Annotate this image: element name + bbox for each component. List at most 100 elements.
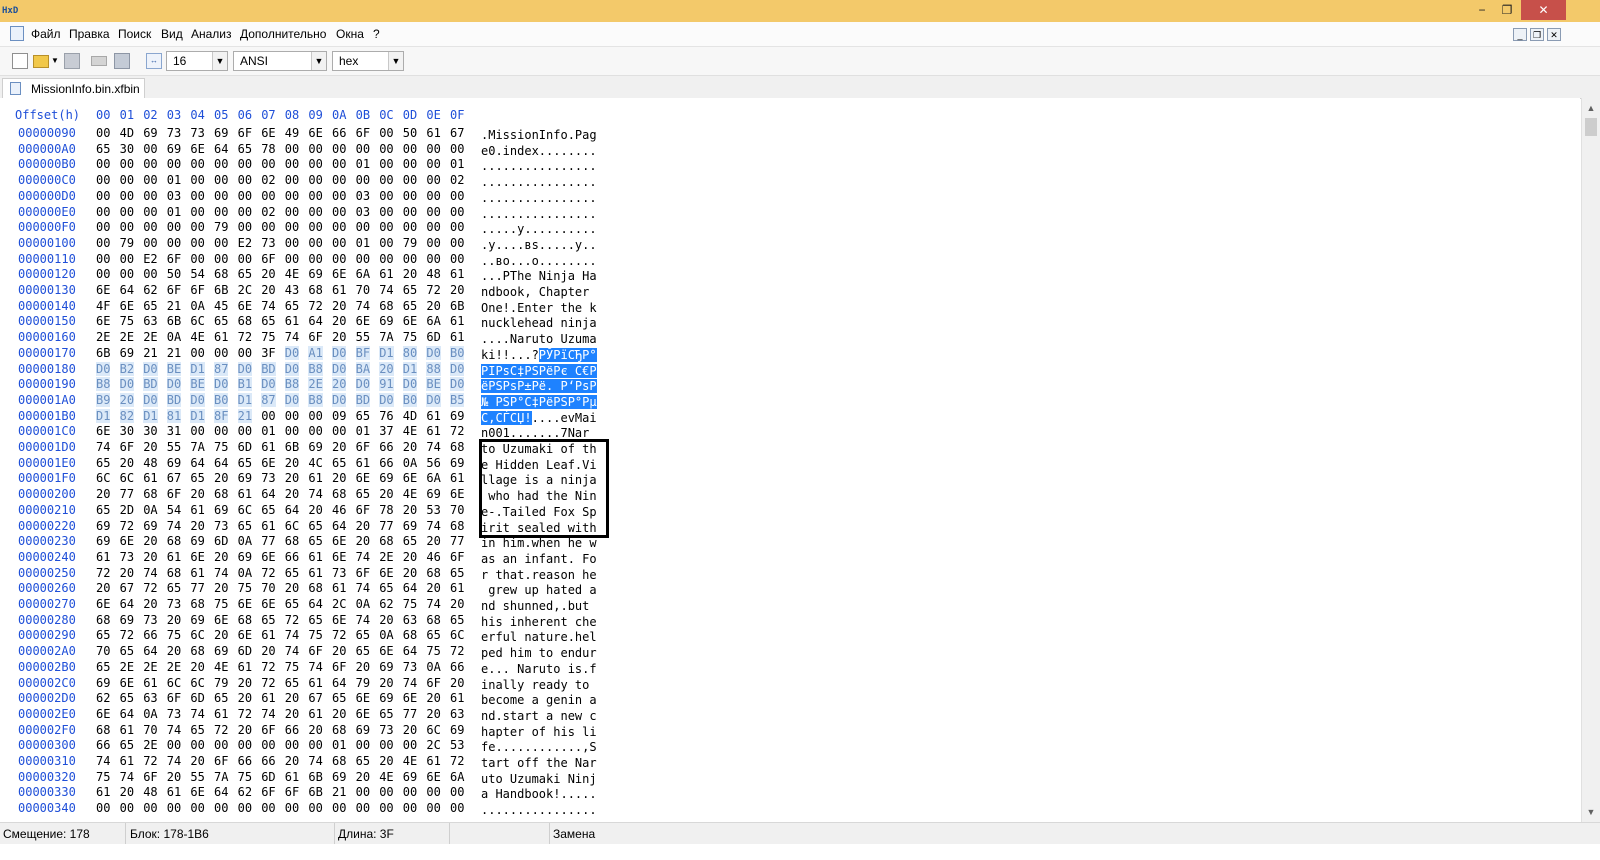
hex-byte[interactable]: 00 [379,252,393,266]
hex-byte[interactable]: 6F [214,754,228,768]
hex-byte[interactable]: 00 [450,205,464,219]
hex-byte[interactable]: 20 [238,691,252,705]
hex-byte[interactable]: 65 [356,409,370,423]
hex-byte[interactable]: 74 [308,487,322,501]
hex-byte[interactable]: 65 [332,456,346,470]
ascii-text[interactable]: nd.start a new c [481,709,597,723]
hex-byte[interactable]: 61 [426,424,440,438]
hex-byte[interactable]: 00 [308,738,322,752]
hex-byte[interactable]: 61 [450,691,464,705]
hex-byte[interactable]: 66 [379,456,393,470]
hex-byte[interactable]: 7A [379,330,393,344]
hex-byte[interactable]: 61 [96,550,110,564]
hex-byte[interactable]: 76 [379,409,393,423]
hex-byte[interactable]: 20 [167,770,181,784]
hex-byte[interactable]: 21 [143,346,157,360]
ascii-text[interactable]: ёРЅРѕР±Рё. Р‘РѕР [481,379,597,394]
hex-byte[interactable]: B8 [96,377,111,392]
hex-byte[interactable]: BD [355,392,371,407]
hex-byte[interactable]: 75 [96,770,110,784]
hex-byte[interactable]: 6B [167,314,181,328]
hex-byte[interactable]: 00 [120,252,134,266]
hex-byte[interactable]: 6F [167,283,181,297]
hex-byte[interactable]: 65 [261,314,275,328]
ascii-text[interactable]: ................ [481,207,597,221]
hex-byte[interactable]: 20 [285,471,299,485]
hex-byte[interactable]: 4E [214,660,228,674]
hex-byte[interactable]: 0A [143,503,157,517]
hex-byte[interactable]: 6E [238,628,252,642]
hex-byte[interactable]: 43 [285,283,299,297]
hex-byte[interactable]: 6B [214,283,228,297]
hex-byte[interactable]: 00 [167,157,181,171]
hex-byte[interactable]: 65 [285,566,299,580]
hex-byte[interactable]: 61 [308,550,322,564]
hex-byte[interactable]: 00 [379,236,393,250]
hex-byte[interactable]: 00 [261,801,275,815]
hex-byte[interactable]: 81 [166,408,182,423]
hex-byte[interactable]: 62 [143,283,157,297]
hex-byte[interactable]: 00 [143,189,157,203]
ascii-text[interactable]: inally ready to [481,678,597,692]
hex-byte[interactable]: 65 [379,707,393,721]
hex-byte[interactable]: 20 [356,534,370,548]
hex-byte[interactable]: 20 [285,754,299,768]
hex-byte[interactable]: 00 [356,252,370,266]
ascii-text[interactable]: e0.index........ [481,144,597,158]
hex-byte[interactable]: 2E [96,330,110,344]
ascii-text[interactable]: .y....вs.....y.. [481,238,597,252]
hex-byte[interactable]: 20 [120,566,134,580]
hex-byte[interactable]: 6E [96,597,110,611]
hex-byte[interactable]: 30 [120,142,134,156]
hex-byte[interactable]: 00 [332,801,346,815]
hex-byte[interactable]: 00 [356,785,370,799]
hex-byte[interactable]: 68 [332,754,346,768]
hex-byte[interactable]: 00 [356,173,370,187]
hex-byte[interactable]: 65 [238,456,252,470]
hex-byte[interactable]: 61 [238,487,252,501]
hex-byte[interactable]: 74 [214,566,228,580]
hex-byte[interactable]: 20 [332,644,346,658]
hex-byte[interactable]: 6F [120,440,134,454]
hex-byte[interactable]: B1 [237,377,253,392]
hex-byte[interactable]: 6C [450,628,464,642]
hex-byte[interactable]: 00 [403,801,417,815]
hex-byte[interactable]: 20 [379,613,393,627]
hex-byte[interactable]: 00 [285,409,299,423]
hex-byte[interactable]: 6C [238,503,252,517]
hex-byte[interactable]: B5 [450,392,465,407]
hex-byte[interactable]: 87 [214,361,229,376]
hex-byte[interactable]: BD [143,377,158,392]
hex-byte[interactable]: 2E [167,660,181,674]
hex-byte[interactable]: 20 [332,330,346,344]
hex-byte[interactable]: 61 [332,581,346,595]
hex-byte[interactable]: 75 [403,330,417,344]
menu-edit[interactable]: Правка [69,27,110,41]
hex-byte[interactable]: 64 [308,314,322,328]
hex-byte[interactable]: 66 [261,754,275,768]
hex-byte[interactable]: 20 [450,676,464,690]
hex-byte[interactable]: 00 [120,205,134,219]
hex-byte[interactable]: 00 [190,220,204,234]
hex-byte[interactable]: 73 [190,126,204,140]
hex-byte[interactable]: 65 [214,314,228,328]
menu-windows[interactable]: Окна [336,27,364,41]
hex-byte[interactable]: 6E [261,126,275,140]
hex-byte[interactable]: 4E [379,770,393,784]
hex-byte[interactable]: 65 [285,299,299,313]
hex-byte[interactable]: 78 [379,503,393,517]
hex-byte[interactable]: 00 [190,738,204,752]
hex-byte[interactable]: 6E [403,471,417,485]
hex-byte[interactable]: 72 [143,581,157,595]
hex-byte[interactable]: 65 [238,267,252,281]
hex-byte[interactable]: 6E [261,550,275,564]
hex-byte[interactable]: 68 [167,566,181,580]
hex-byte[interactable]: 20 [120,456,134,470]
hex-byte[interactable]: 64 [332,676,346,690]
hex-byte[interactable]: 6D [190,691,204,705]
hex-byte[interactable]: 6A [356,267,370,281]
hex-byte[interactable]: 70 [356,283,370,297]
hex-byte[interactable]: 20 [238,723,252,737]
hex-byte[interactable]: 6C [96,471,110,485]
hex-byte[interactable]: 4E [403,754,417,768]
